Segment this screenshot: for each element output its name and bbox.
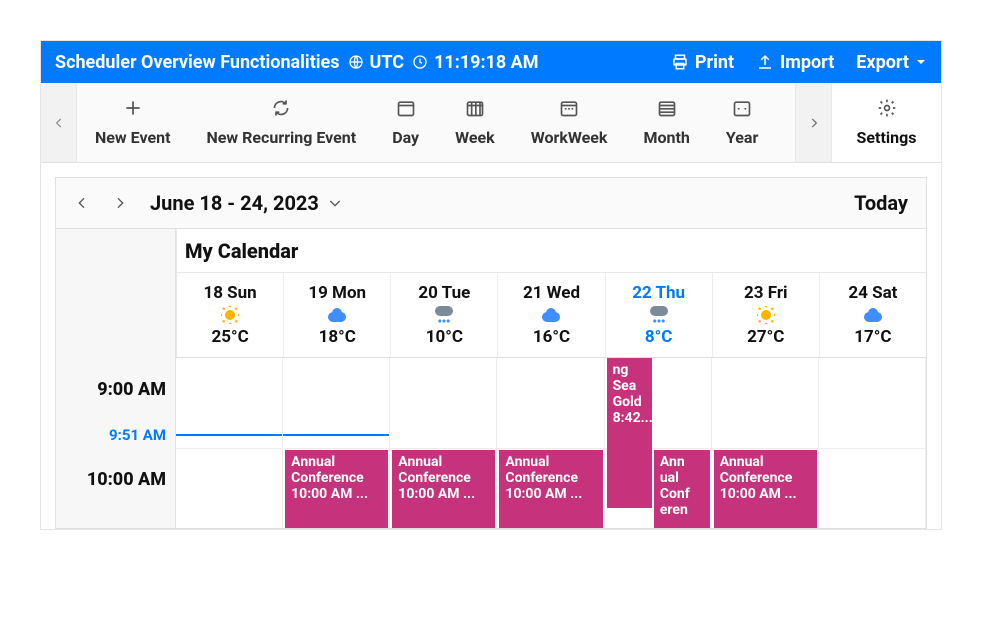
day-temperature: 17°C [854, 327, 891, 347]
day-temperature: 18°C [319, 327, 356, 347]
chevron-right-icon [112, 195, 128, 211]
time-label-9am: 9:00 AM [56, 379, 176, 400]
event-annual-conference[interactable]: Annual Conference10:00 AM ... [392, 450, 495, 528]
day-temperature: 8°C [645, 327, 673, 347]
rain-icon [648, 305, 670, 325]
new-recurring-button[interactable]: New Recurring Event [188, 83, 374, 162]
chevron-left-icon [74, 195, 90, 211]
today-button[interactable]: Today [854, 191, 908, 215]
day-header-label: 18 Sun [203, 283, 256, 303]
chevron-left-icon [52, 116, 66, 130]
day-header-label: 21 Wed [523, 283, 580, 303]
day-header[interactable]: 18 Sun 25°C [177, 273, 284, 357]
time-label-10am: 10:00 AM [56, 469, 176, 490]
chevron-right-icon [807, 116, 821, 130]
event-annual-conference[interactable]: AnnualConferen [654, 450, 710, 528]
event-annual-conference[interactable]: Annual Conference10:00 AM ... [714, 450, 817, 528]
day-header[interactable]: 21 Wed 16°C [498, 273, 605, 357]
clock-group: 11:19:18 AM [412, 52, 538, 73]
prev-range-button[interactable] [74, 195, 90, 211]
day-header[interactable]: 20 Tue 10°C [391, 273, 498, 357]
view-week-button[interactable]: Week [437, 83, 513, 162]
calendar-workweek-icon [559, 98, 579, 118]
recurring-icon [271, 98, 291, 118]
calendar-title: My Calendar [176, 229, 926, 273]
event-annual-conference[interactable]: Annual Conference10:00 AM ... [285, 450, 388, 528]
timezone-group[interactable]: UTC [348, 52, 405, 73]
print-icon [671, 53, 689, 71]
globe-icon [348, 54, 364, 70]
calendar-day-icon [396, 98, 416, 118]
upload-icon [756, 53, 774, 71]
day-header[interactable]: 19 Mon 18°C [284, 273, 391, 357]
day-header-label: 23 Fri [744, 283, 788, 303]
view-month-button[interactable]: Month [625, 83, 707, 162]
plus-icon [123, 98, 143, 118]
day-temperature: 10°C [426, 327, 463, 347]
cloud-icon [326, 305, 348, 325]
view-day-button[interactable]: Day [374, 83, 437, 162]
calendar-grid: My Calendar 18 Sun 25°C 19 Mon 18°C 20 Tue 10… [55, 229, 927, 529]
date-range-bar: June 18 - 24, 2023 Today [55, 177, 927, 229]
toolbar-scroll-right[interactable] [795, 83, 831, 162]
caret-down-icon [915, 56, 927, 68]
day-header-label: 24 Sat [848, 283, 897, 303]
rain-icon [433, 305, 455, 325]
calendar-month-icon [657, 98, 677, 118]
next-range-button[interactable] [112, 195, 128, 211]
sun-icon [221, 305, 239, 325]
day-header[interactable]: 22 Thu 8°C [606, 273, 713, 357]
current-time-label: 9:51 AM [56, 426, 176, 444]
calendar-week-icon [465, 98, 485, 118]
sun-icon [757, 305, 775, 325]
timezone-label: UTC [370, 52, 405, 73]
day-header[interactable]: 23 Fri 27°C [713, 273, 820, 357]
calendar-year-icon [732, 98, 752, 118]
settings-button[interactable]: Settings [831, 83, 941, 162]
day-headers-row: 18 Sun 25°C 19 Mon 18°C 20 Tue 10°C 21 Wed 16°C… [176, 273, 926, 357]
event-bering-sea-gold[interactable]: ngSeaGold8:42... [607, 358, 652, 508]
gear-icon [877, 98, 897, 118]
clock-icon [412, 54, 428, 70]
day-temperature: 27°C [747, 327, 784, 347]
day-header-label: 20 Tue [418, 283, 470, 303]
event-annual-conference[interactable]: Annual Conference10:00 AM ... [499, 450, 602, 528]
new-event-button[interactable]: New Event [77, 83, 188, 162]
header-bar: Scheduler Overview Functionalities UTC 1… [41, 41, 941, 83]
chevron-down-icon [327, 195, 343, 211]
day-column[interactable] [819, 358, 926, 528]
clock-time: 11:19:18 AM [434, 52, 538, 73]
view-workweek-button[interactable]: WorkWeek [513, 83, 626, 162]
app-title: Scheduler Overview Functionalities [55, 52, 340, 73]
day-temperature: 25°C [211, 327, 248, 347]
day-header[interactable]: 24 Sat 17°C [820, 273, 926, 357]
day-column[interactable] [176, 358, 283, 528]
day-temperature: 16°C [533, 327, 570, 347]
cloud-icon [540, 305, 562, 325]
date-range-label[interactable]: June 18 - 24, 2023 [150, 191, 319, 215]
toolbar-scroll-left[interactable] [41, 83, 77, 162]
view-year-button[interactable]: Year [708, 83, 776, 162]
export-button[interactable]: Export [856, 52, 927, 73]
calendar-body[interactable]: Annual Conference10:00 AM ...Annual Conf… [176, 357, 926, 528]
cloud-icon [862, 305, 884, 325]
date-range-dropdown[interactable] [327, 195, 343, 211]
print-button[interactable]: Print [671, 52, 734, 73]
day-header-label: 19 Mon [308, 283, 366, 303]
toolbar: New Event New Recurring Event Day Week W… [41, 83, 941, 163]
day-header-label: 22 Thu [632, 283, 685, 303]
import-button[interactable]: Import [756, 52, 834, 73]
